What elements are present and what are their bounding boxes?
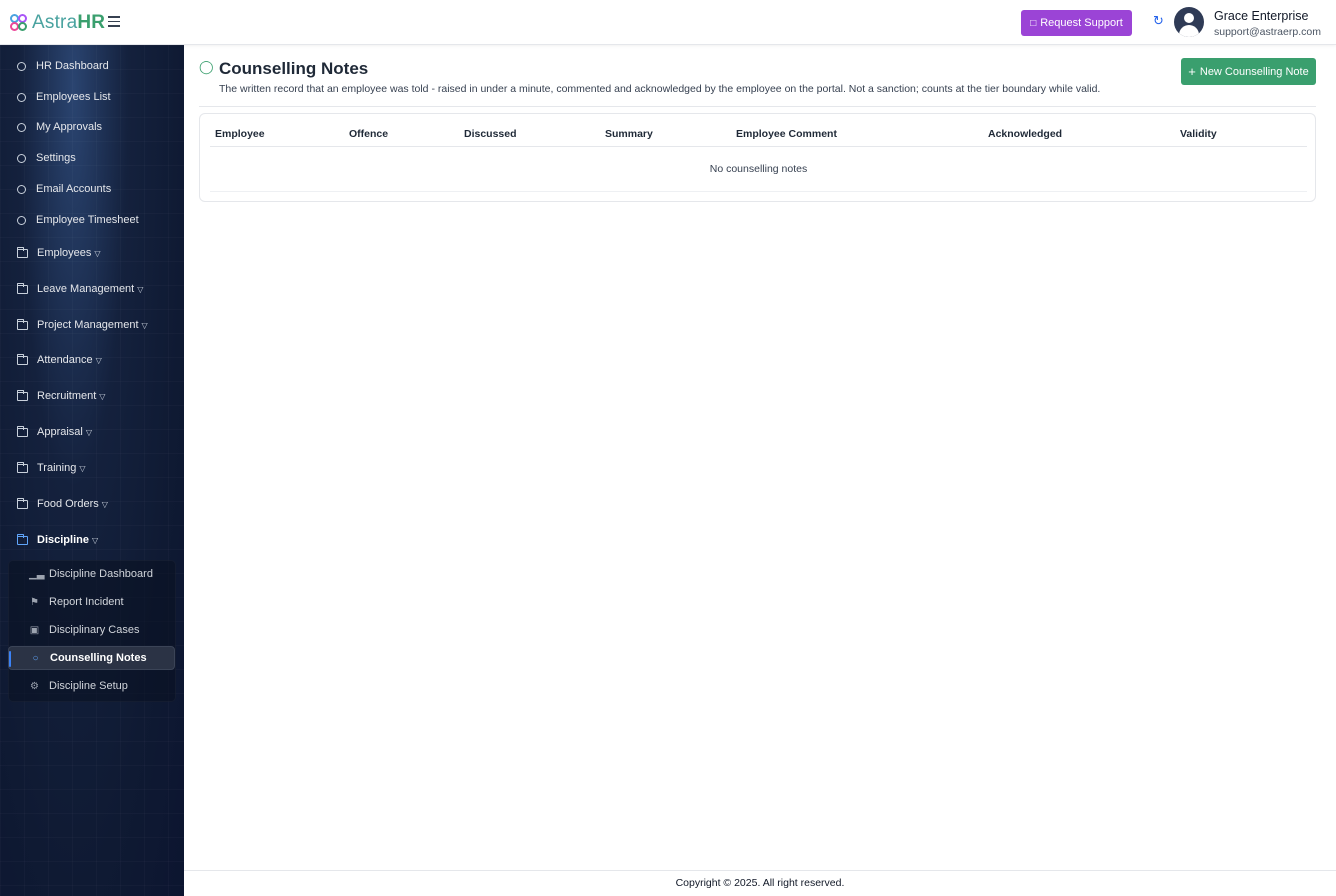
bar-chart-icon: ▁▃ [29, 568, 45, 580]
circle-icon [17, 122, 26, 132]
column-header-validity[interactable]: Validity [1180, 128, 1217, 140]
folder-icon [17, 353, 28, 365]
table-header-divider [210, 146, 1307, 147]
sidebar-group-employees[interactable]: Employees ▽ [0, 243, 184, 263]
circle-icon [17, 92, 26, 102]
counselling-notes-table: Employee Offence Discussed Summary Emplo… [199, 113, 1316, 202]
user-email: support@astraerp.com [1214, 26, 1321, 38]
refresh-icon[interactable]: ↻ [1153, 13, 1164, 29]
column-header-acknowledged[interactable]: Acknowledged [988, 128, 1062, 140]
sidebar-group-recruitment[interactable]: Recruitment ▽ [0, 386, 184, 406]
column-header-discussed[interactable]: Discussed [464, 128, 517, 140]
chevron-down-icon: ▽ [85, 428, 93, 437]
sidebar-group-leave-management[interactable]: Leave Management ▽ [0, 279, 184, 299]
sidebar-group-project-management[interactable]: Project Management ▽ [0, 315, 184, 335]
sidebar-group-discipline[interactable]: Discipline ▽ [0, 530, 184, 550]
sidebar-subitem-disciplinary-cases[interactable]: ▣ Disciplinary Cases [8, 618, 175, 642]
page-description: The written record that an employee was … [219, 83, 1101, 95]
sidebar-group-training[interactable]: Training ▽ [0, 458, 184, 478]
folder-icon [17, 246, 28, 258]
column-header-summary[interactable]: Summary [605, 128, 653, 140]
chevron-down-icon: ▽ [94, 249, 101, 258]
sidebar-group-appraisal[interactable]: Appraisal ▽ [0, 422, 184, 442]
sidebar-group-attendance[interactable]: Attendance ▽ [0, 350, 184, 370]
logo-text: AstraHR [32, 12, 106, 33]
sidebar-subitem-discipline-setup[interactable]: ⚙ Discipline Setup [8, 674, 175, 698]
column-header-offence[interactable]: Offence [349, 128, 388, 140]
menu-toggle-icon[interactable] [108, 16, 120, 28]
column-header-employee-comment[interactable]: Employee Comment [736, 128, 837, 140]
divider [199, 106, 1316, 107]
circle-icon [17, 184, 26, 194]
chevron-down-icon: ▽ [91, 536, 99, 545]
sidebar-subitem-counselling-notes[interactable]: ○ Counselling Notes [8, 646, 175, 670]
chevron-down-icon: ▽ [95, 356, 102, 365]
request-support-button[interactable]: □ Request Support [1021, 10, 1132, 36]
sidebar-item-employee-timesheet[interactable]: Employee Timesheet [0, 210, 184, 230]
chevron-down-icon: ▽ [137, 285, 144, 294]
sidebar-item-email-accounts[interactable]: Email Accounts [0, 179, 184, 199]
sidebar-item-hr-dashboard[interactable]: HR Dashboard [0, 56, 184, 76]
briefcase-icon: ▣ [29, 624, 40, 636]
page-title: Counselling Notes [219, 59, 369, 78]
sidebar-subitem-report-incident[interactable]: ⚑ Report Incident [8, 590, 175, 614]
chevron-down-icon: ▽ [79, 464, 86, 473]
folder-icon [17, 282, 28, 294]
chat-icon: ◯ [199, 59, 214, 74]
message-icon: □ [1030, 17, 1037, 29]
chevron-down-icon: ▽ [101, 500, 108, 509]
avatar[interactable] [1174, 7, 1204, 37]
folder-icon [17, 389, 28, 401]
chevron-down-icon: ▽ [141, 321, 148, 330]
sidebar-subitem-discipline-dashboard[interactable]: ▁▃ Discipline Dashboard [8, 562, 175, 586]
new-counselling-note-button[interactable]: + New Counselling Note [1181, 58, 1316, 85]
sidebar-item-employees-list[interactable]: Employees List [0, 87, 184, 107]
user-name: Grace Enterprise [1214, 9, 1309, 23]
chat-icon: ○ [32, 652, 39, 664]
folder-icon [17, 497, 28, 509]
table-row-divider [210, 191, 1307, 192]
folder-icon [17, 533, 28, 545]
copyright-text: Copyright © 2025. All right reserved. [675, 877, 845, 889]
sidebar: HR Dashboard Employees List My Approvals… [0, 45, 184, 896]
empty-state-text: No counselling notes [709, 163, 808, 175]
flag-icon: ⚑ [30, 596, 39, 608]
folder-icon [17, 425, 28, 437]
sidebar-item-my-approvals[interactable]: My Approvals [0, 117, 184, 137]
top-header: AstraHR □ Request Support ↻ Grace Enterp… [0, 0, 1336, 45]
folder-icon [17, 461, 28, 473]
sidebar-group-food-orders[interactable]: Food Orders ▽ [0, 494, 184, 514]
folder-icon [17, 318, 28, 330]
sidebar-item-settings[interactable]: Settings [0, 148, 184, 168]
app-logo[interactable]: AstraHR [10, 12, 105, 34]
footer-divider [184, 870, 1336, 871]
circle-icon [17, 61, 26, 71]
column-header-employee[interactable]: Employee [215, 128, 265, 140]
logo-icon [10, 14, 28, 32]
circle-icon [17, 153, 26, 163]
circle-icon [17, 215, 26, 225]
chevron-down-icon: ▽ [99, 392, 106, 401]
plus-icon: + [1188, 64, 1196, 79]
gear-icon: ⚙ [30, 680, 39, 692]
